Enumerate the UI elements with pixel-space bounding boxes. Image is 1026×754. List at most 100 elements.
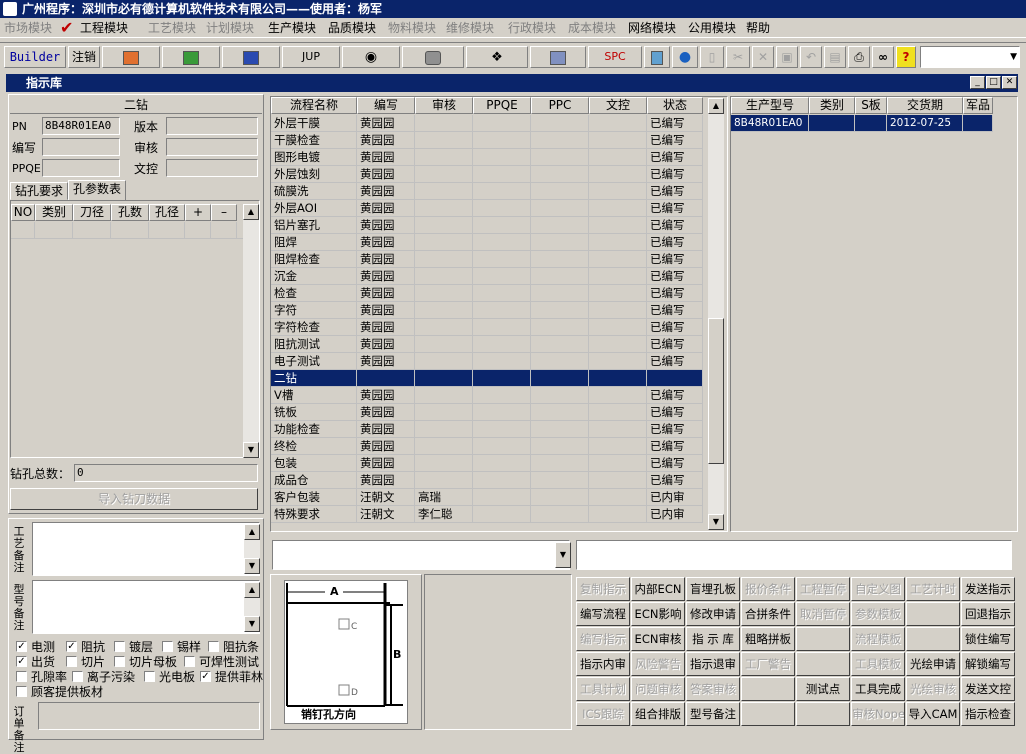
table-cell[interactable]: V槽 xyxy=(271,387,357,404)
hole-cell[interactable] xyxy=(149,222,185,239)
table-cell[interactable] xyxy=(473,115,531,132)
action-button[interactable]: 报价条件 xyxy=(741,577,795,601)
table-cell[interactable] xyxy=(589,268,647,285)
table-cell[interactable] xyxy=(473,234,531,251)
total-drill-field[interactable]: 0 xyxy=(74,464,258,482)
table-row[interactable]: V槽 黄园园 已编写 xyxy=(271,387,703,404)
table-cell[interactable] xyxy=(473,438,531,455)
table-cell[interactable]: 铝片塞孔 xyxy=(271,217,357,234)
scroll-up-icon[interactable]: ▲ xyxy=(708,98,724,114)
minimize-button[interactable]: _ xyxy=(970,76,985,89)
menu-item-11[interactable]: 公用模块 xyxy=(688,20,736,36)
table-cell[interactable] xyxy=(589,132,647,149)
action-button[interactable]: 盲埋孔板 xyxy=(686,577,740,601)
process-column-header[interactable]: 编写 xyxy=(357,97,415,114)
table-cell[interactable] xyxy=(415,268,473,285)
table-row[interactable]: 检查 黄园园 已编写 xyxy=(271,285,703,302)
table-cell[interactable] xyxy=(531,132,589,149)
action-button[interactable]: 指示内审 xyxy=(576,652,630,676)
process-column-header[interactable]: 文控 xyxy=(589,97,647,114)
table-cell[interactable]: 黄园园 xyxy=(357,472,415,489)
table-cell[interactable]: 已编写 xyxy=(647,234,703,251)
table-cell[interactable]: 已编写 xyxy=(647,353,703,370)
hole-column-header[interactable]: 类别 xyxy=(35,204,73,221)
tab-drill-requirements[interactable]: 钻孔要求 xyxy=(10,182,69,200)
action-button[interactable]: 测试点 xyxy=(796,677,850,701)
builder-button[interactable]: Builder xyxy=(4,46,66,68)
table-cell[interactable]: 图形电镀 xyxy=(271,149,357,166)
action-button[interactable] xyxy=(796,702,850,726)
action-button[interactable] xyxy=(796,627,850,651)
scroll-down-icon[interactable]: ▼ xyxy=(244,616,260,632)
process-combo[interactable]: ▼ xyxy=(272,540,571,570)
table-cell[interactable] xyxy=(589,404,647,421)
table-cell[interactable]: 已编写 xyxy=(647,302,703,319)
action-button[interactable]: 解锁编写 xyxy=(961,652,1015,676)
table-cell[interactable]: 已内审 xyxy=(647,506,703,523)
hole-column-header[interactable]: 孔数 xyxy=(111,204,149,221)
table-cell[interactable] xyxy=(531,353,589,370)
action-button[interactable]: 发送文控 xyxy=(961,677,1015,701)
menu-item-5[interactable]: 品质模块 xyxy=(328,20,376,36)
table-cell[interactable] xyxy=(589,336,647,353)
table-cell[interactable] xyxy=(473,421,531,438)
action-button[interactable]: 流程模板 xyxy=(851,627,905,651)
word-button[interactable] xyxy=(222,46,280,68)
table-cell[interactable]: 黄园园 xyxy=(357,438,415,455)
instruction-text-field[interactable] xyxy=(576,540,1012,570)
table-cell[interactable]: 李仁聪 xyxy=(415,506,473,523)
menu-item-0[interactable]: 市场模块 xyxy=(4,20,52,36)
table-cell[interactable] xyxy=(589,353,647,370)
table-cell[interactable]: 黄园园 xyxy=(357,183,415,200)
hole-column-header[interactable]: 孔径 xyxy=(149,204,185,221)
hole-cell[interactable] xyxy=(211,222,237,239)
action-button[interactable]: ICS跟踪 xyxy=(576,702,630,726)
action-button[interactable]: 粗略拼板 xyxy=(741,627,795,651)
checkbox-5[interactable]: ✓ xyxy=(16,656,27,667)
hole-column-header[interactable]: – xyxy=(211,204,237,221)
table-cell[interactable] xyxy=(531,166,589,183)
table-row[interactable]: 干膜检查 黄园园 已编写 xyxy=(271,132,703,149)
table-row[interactable]: 铝片塞孔 黄园园 已编写 xyxy=(271,217,703,234)
table-cell[interactable] xyxy=(415,455,473,472)
table-cell[interactable]: 已编写 xyxy=(647,115,703,132)
table-cell[interactable] xyxy=(473,319,531,336)
table-cell[interactable]: 阻抗测试 xyxy=(271,336,357,353)
table-cell[interactable]: 已编写 xyxy=(647,319,703,336)
table-cell[interactable]: 客户包装 xyxy=(271,489,357,506)
table-row[interactable]: 铣板 黄园园 已编写 xyxy=(271,404,703,421)
scroll-down-icon[interactable]: ▼ xyxy=(708,514,724,530)
action-button[interactable] xyxy=(906,602,960,626)
table-cell[interactable] xyxy=(589,234,647,251)
powerpoint-button[interactable] xyxy=(102,46,160,68)
action-button[interactable]: 光绘审核 xyxy=(906,677,960,701)
table-cell[interactable]: 已编写 xyxy=(647,268,703,285)
table-cell[interactable]: 外层AOI xyxy=(271,200,357,217)
table-cell[interactable] xyxy=(531,438,589,455)
table-cell[interactable]: 已编写 xyxy=(647,217,703,234)
device-button[interactable] xyxy=(530,46,586,68)
table-cell[interactable]: 黄园园 xyxy=(357,115,415,132)
process-column-header[interactable]: PPC xyxy=(531,97,589,114)
checkbox-12[interactable]: ✓ xyxy=(200,671,211,682)
table-cell[interactable]: 已编写 xyxy=(647,285,703,302)
action-button[interactable]: 合拼条件 xyxy=(741,602,795,626)
table-row[interactable]: 外层蚀刻 黄园园 已编写 xyxy=(271,166,703,183)
order-column-header[interactable]: 类别 xyxy=(809,97,855,114)
calculator-button[interactable] xyxy=(644,46,670,68)
new-doc-button[interactable]: ▯ xyxy=(700,46,724,68)
table-cell[interactable]: 已编写 xyxy=(647,336,703,353)
action-button[interactable]: 指示退审 xyxy=(686,652,740,676)
table-cell[interactable]: 已编写 xyxy=(647,438,703,455)
network-button[interactable]: ❖ xyxy=(466,46,528,68)
menu-item-8[interactable]: 行政模块 xyxy=(508,20,556,36)
table-cell[interactable]: 外层蚀刻 xyxy=(271,166,357,183)
action-button[interactable]: 光绘申请 xyxy=(906,652,960,676)
table-row[interactable]: 电子测试 黄园园 已编写 xyxy=(271,353,703,370)
table-cell[interactable]: 包装 xyxy=(271,455,357,472)
table-cell[interactable] xyxy=(531,336,589,353)
table-cell[interactable] xyxy=(415,149,473,166)
process-table[interactable]: 流程名称 编写 审核 PPQE PPC 文控 状态 外层干膜 黄园园 已编写 干膜检查 黄园园 已编写图… xyxy=(270,96,728,532)
action-button[interactable]: 编写流程 xyxy=(576,602,630,626)
table-cell[interactable] xyxy=(531,115,589,132)
